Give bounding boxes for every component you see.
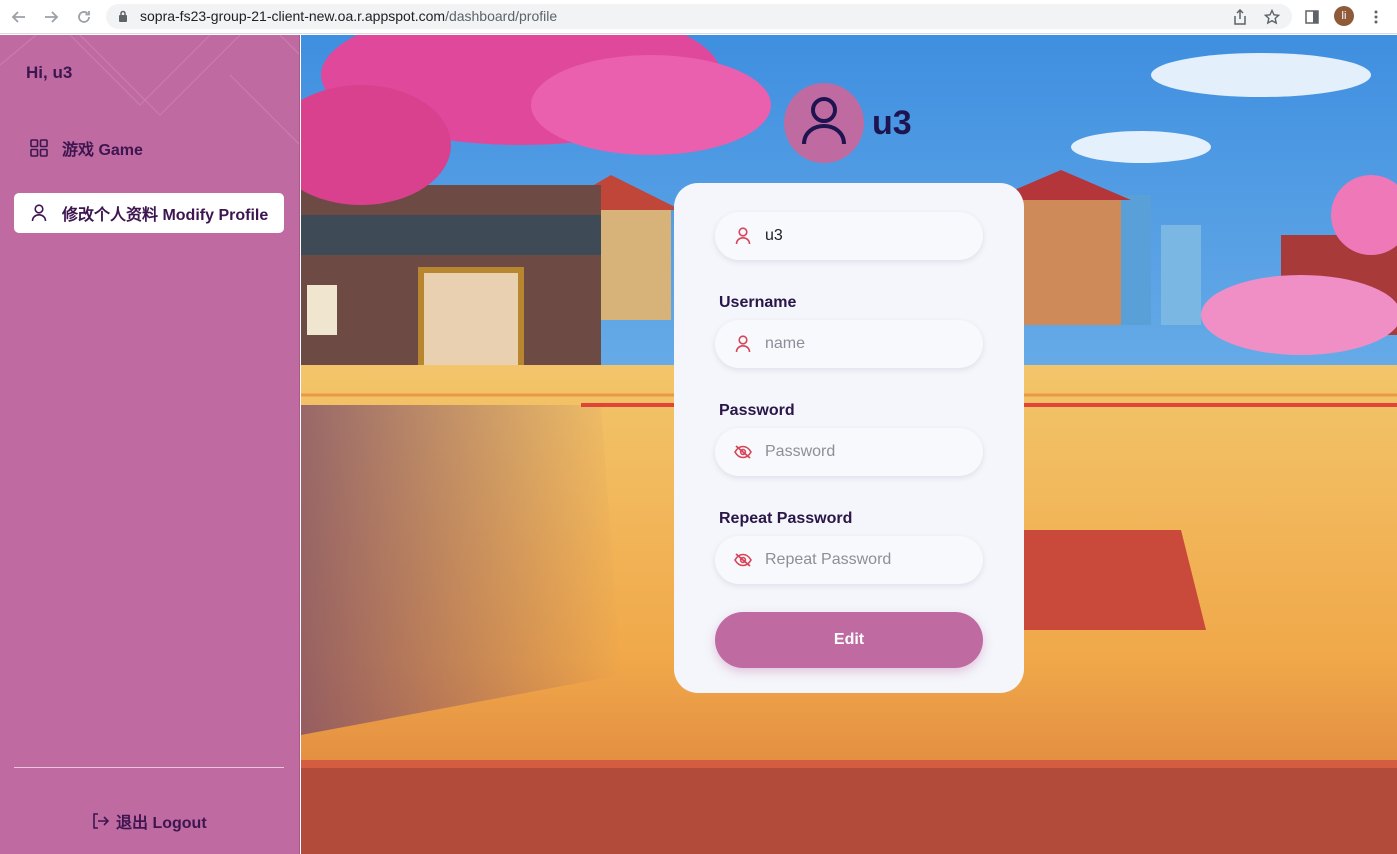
repeat-password-label: Repeat Password — [719, 510, 853, 527]
username-field[interactable] — [715, 320, 983, 368]
sidebar-item-modify-profile[interactable]: 修改个人资料 Modify Profile — [14, 193, 284, 233]
user-icon — [30, 204, 48, 222]
profile-display-name: u3 — [872, 103, 912, 142]
back-icon[interactable] — [8, 6, 30, 28]
repeat-password-input[interactable] — [765, 551, 965, 569]
more-menu-icon[interactable] — [1365, 6, 1387, 28]
browser-toolbar: sopra-fs23-group-21-client-new.oa.r.apps… — [0, 0, 1397, 34]
password-input[interactable] — [765, 443, 965, 461]
forward-icon[interactable] — [40, 6, 62, 28]
eye-slash-icon[interactable] — [733, 550, 753, 570]
password-label: Password — [719, 402, 795, 419]
profile-page: u3 u3 Username Password Repeat Password — [301, 35, 1397, 854]
user-icon — [801, 96, 847, 151]
url-text: sopra-fs23-group-21-client-new.oa.r.apps… — [140, 8, 558, 24]
current-username-display: u3 — [715, 212, 983, 260]
profile-avatar — [784, 83, 864, 163]
greeting: Hi, u3 — [26, 63, 73, 82]
edit-button[interactable]: Edit — [715, 612, 983, 668]
side-panel-icon[interactable] — [1301, 6, 1323, 28]
logout-icon — [92, 813, 109, 829]
sidebar-item-label: 游戏 Game — [62, 142, 143, 159]
user-icon — [733, 226, 753, 246]
lock-icon — [118, 10, 128, 28]
grid-icon — [30, 139, 48, 157]
share-icon[interactable] — [1229, 6, 1251, 28]
bookmark-star-icon[interactable] — [1261, 6, 1283, 28]
sidebar-divider — [14, 767, 284, 768]
logout-label: 退出 Logout — [116, 815, 207, 832]
sidebar-item-label: 修改个人资料 Modify Profile — [62, 207, 269, 224]
user-icon — [733, 334, 753, 354]
address-bar[interactable]: sopra-fs23-group-21-client-new.oa.r.apps… — [106, 4, 1292, 29]
profile-header: u3 — [784, 83, 912, 163]
sidebar: Hi, u3 游戏 Game 修改个人资料 Modify Profile 退出 … — [0, 35, 300, 854]
current-username-value: u3 — [765, 227, 783, 244]
password-field[interactable] — [715, 428, 983, 476]
repeat-password-field[interactable] — [715, 536, 983, 584]
logout-button[interactable]: 退出 Logout — [92, 809, 207, 833]
username-input[interactable] — [765, 335, 965, 353]
eye-slash-icon[interactable] — [733, 442, 753, 462]
browser-profile-avatar[interactable]: li — [1334, 6, 1354, 26]
reload-icon[interactable] — [73, 6, 95, 28]
sidebar-item-game[interactable]: 游戏 Game — [14, 128, 284, 168]
profile-form-card: u3 Username Password Repeat Password Edi… — [674, 183, 1024, 693]
username-label: Username — [719, 294, 797, 311]
